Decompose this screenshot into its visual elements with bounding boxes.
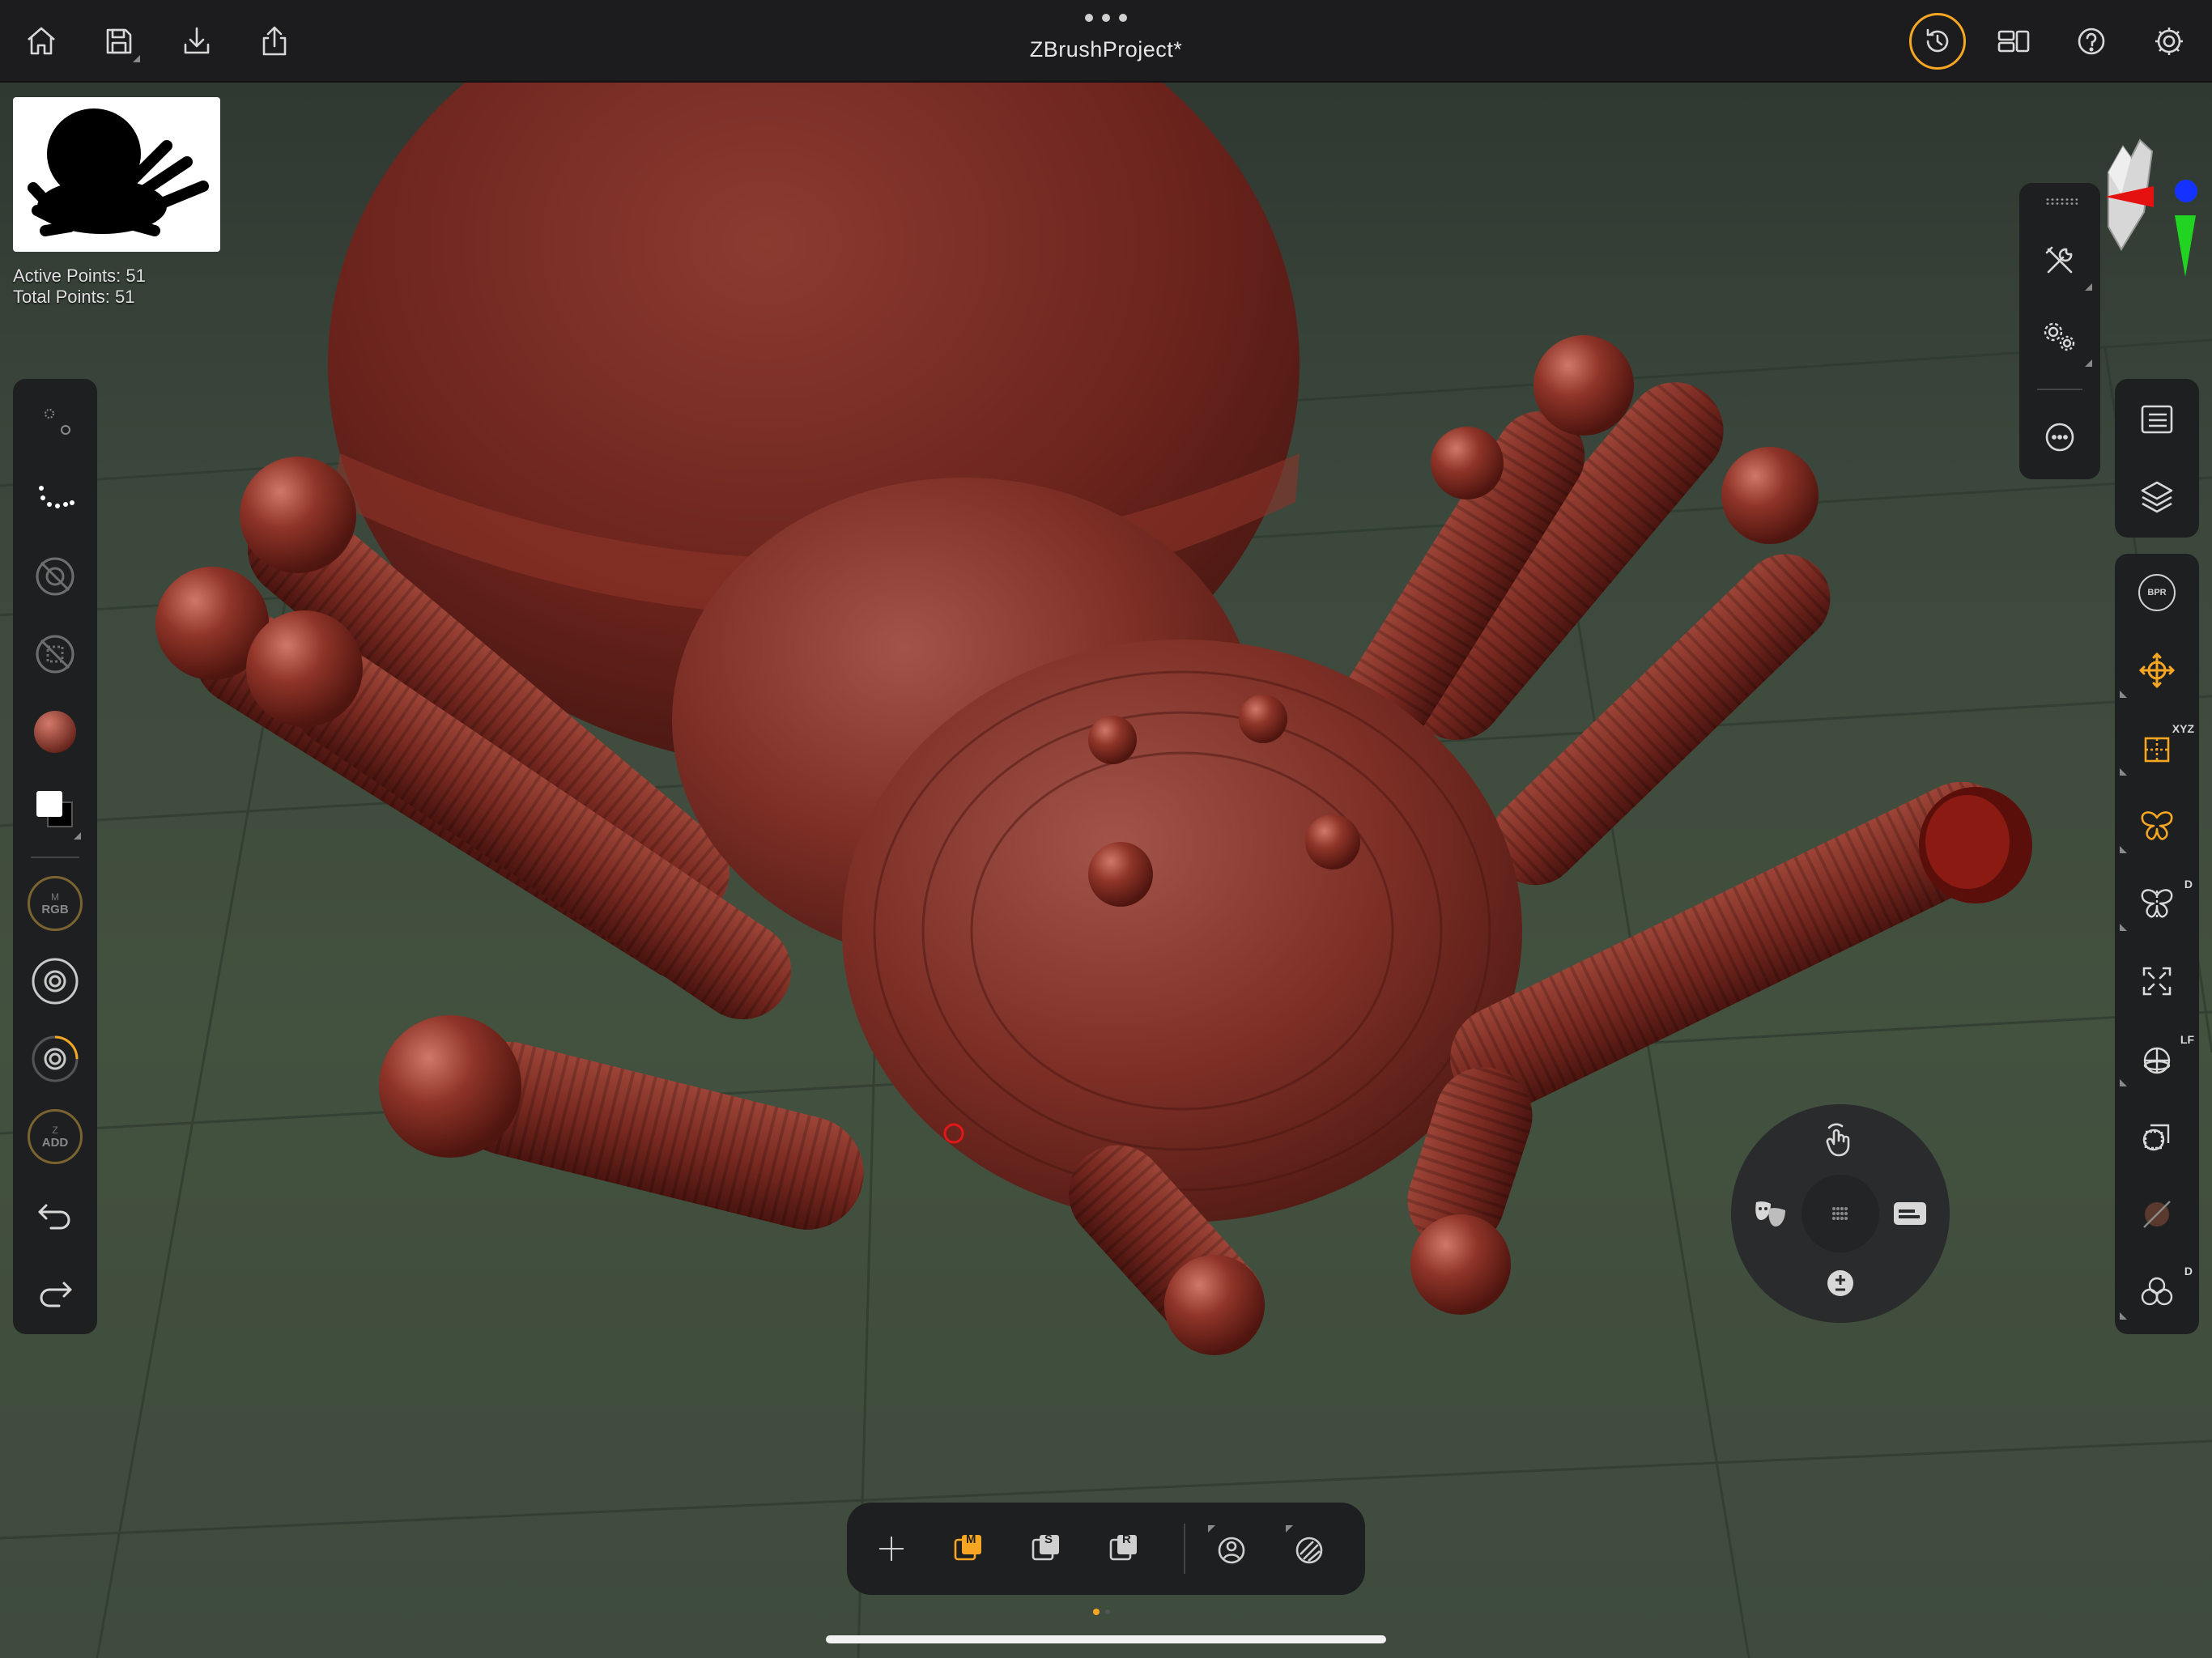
home-indicator[interactable]	[826, 1635, 1386, 1643]
share-icon[interactable]	[251, 18, 298, 65]
add-sub-icon[interactable]	[1812, 1255, 1869, 1312]
bottom-toolbar: M S R	[847, 1503, 1365, 1595]
panel-divider	[2037, 389, 2082, 390]
panel-icon[interactable]	[1882, 1185, 1938, 1242]
grid-dots-icon[interactable]	[1812, 1185, 1869, 1242]
drag-handle-icon[interactable]	[2045, 198, 2078, 206]
floor-grid-icon[interactable]: LF	[2115, 1027, 2199, 1091]
rgb-toggle[interactable]: M RGB	[13, 871, 97, 936]
color-swatch-icon[interactable]	[13, 777, 97, 842]
gizmo-icon[interactable]	[1205, 1522, 1258, 1575]
settings-icon[interactable]	[2146, 18, 2193, 65]
undo-icon[interactable]	[13, 1184, 97, 1248]
xyz-badge: XYZ	[2172, 722, 2194, 735]
page-indicator	[1093, 1609, 1110, 1615]
r-label: R	[1122, 1533, 1131, 1546]
d-badge-subdiv: D	[2184, 1265, 2193, 1278]
texture-disabled-icon[interactable]	[13, 622, 97, 687]
gesture-icon[interactable]	[1812, 1112, 1869, 1169]
alpha-disabled-icon[interactable]	[13, 544, 97, 609]
mask-icon[interactable]	[1742, 1185, 1799, 1242]
draw-size-icon[interactable]	[13, 1027, 97, 1091]
r-icon[interactable]: R	[1098, 1522, 1151, 1575]
transform-cross-icon[interactable]	[865, 1522, 918, 1575]
right-panel-main: BPR XYZ D LF D	[2115, 554, 2199, 1334]
lf-badge: LF	[2180, 1033, 2194, 1046]
toolbar-divider	[1184, 1524, 1185, 1574]
zadd-toggle[interactable]: Z ADD	[13, 1104, 97, 1169]
solo-icon[interactable]	[2115, 1182, 2199, 1247]
rgb-top-label: M	[51, 891, 59, 903]
more-options-dots[interactable]	[1085, 10, 1127, 26]
viewport-canvas[interactable]	[0, 83, 2212, 1658]
spider-silhouette-icon	[28, 108, 209, 236]
more-icon[interactable]	[2018, 405, 2102, 470]
import-icon[interactable]	[173, 18, 220, 65]
list-panel-icon[interactable]	[2115, 387, 2199, 452]
dynamic-symmetry-icon[interactable]: D	[2115, 871, 2199, 936]
layers-icon[interactable]	[2115, 465, 2199, 529]
symmetry-butterfly-icon[interactable]	[2115, 793, 2199, 858]
bpr-label: BPR	[2138, 574, 2176, 611]
total-points-label: Total Points: 51	[13, 287, 135, 307]
help-icon[interactable]	[2068, 18, 2115, 65]
tools-icon[interactable]	[2018, 228, 2102, 293]
transparency-icon[interactable]	[2115, 1104, 2199, 1169]
tool-panel	[2019, 183, 2100, 479]
gear-settings-icon[interactable]	[2018, 304, 2102, 369]
zadd-top-label: Z	[52, 1124, 58, 1136]
radial-menu[interactable]	[1731, 1104, 1950, 1323]
home-icon[interactable]	[18, 18, 65, 65]
history-icon[interactable]	[1909, 13, 1966, 70]
redo-icon[interactable]	[13, 1261, 97, 1326]
frame-icon[interactable]	[2115, 949, 2199, 1014]
symmetry-xyz-icon[interactable]: XYZ	[2115, 716, 2199, 780]
spider-model	[0, 83, 2212, 1658]
top-bar: ZBrushProject*	[0, 0, 2212, 83]
toolbar-divider	[31, 857, 79, 858]
stroke-dots-icon[interactable]	[13, 389, 97, 453]
s-icon[interactable]: S	[1020, 1522, 1074, 1575]
stroke-spray-icon[interactable]	[13, 466, 97, 531]
material-sphere-icon[interactable]	[13, 699, 97, 764]
layout-icon[interactable]	[1990, 18, 2037, 65]
model-thumbnail[interactable]	[13, 97, 220, 252]
save-icon[interactable]	[96, 18, 143, 65]
project-title: ZBrushProject*	[1029, 37, 1183, 62]
rgb-label: RGB	[41, 902, 69, 916]
polyframe-icon[interactable]	[1283, 1522, 1336, 1575]
active-points-label: Active Points: 51	[13, 266, 146, 286]
s-label: S	[1044, 1533, 1053, 1546]
zadd-label: ADD	[41, 1135, 69, 1150]
right-panel-top	[2115, 379, 2199, 538]
left-toolbar: M RGB Z ADD	[13, 379, 97, 1334]
points-info: Active Points: 51 Total Points: 51	[13, 266, 146, 308]
focal-shift-icon[interactable]	[13, 949, 97, 1014]
dynamic-subdiv-icon[interactable]: D	[2115, 1260, 2199, 1324]
bpr-render-icon[interactable]: BPR	[2115, 560, 2199, 625]
m-label: M	[966, 1533, 976, 1546]
mrgb-m-icon[interactable]: M	[942, 1522, 996, 1575]
move-gizmo-icon[interactable]	[2115, 638, 2199, 703]
d-badge: D	[2184, 878, 2193, 891]
